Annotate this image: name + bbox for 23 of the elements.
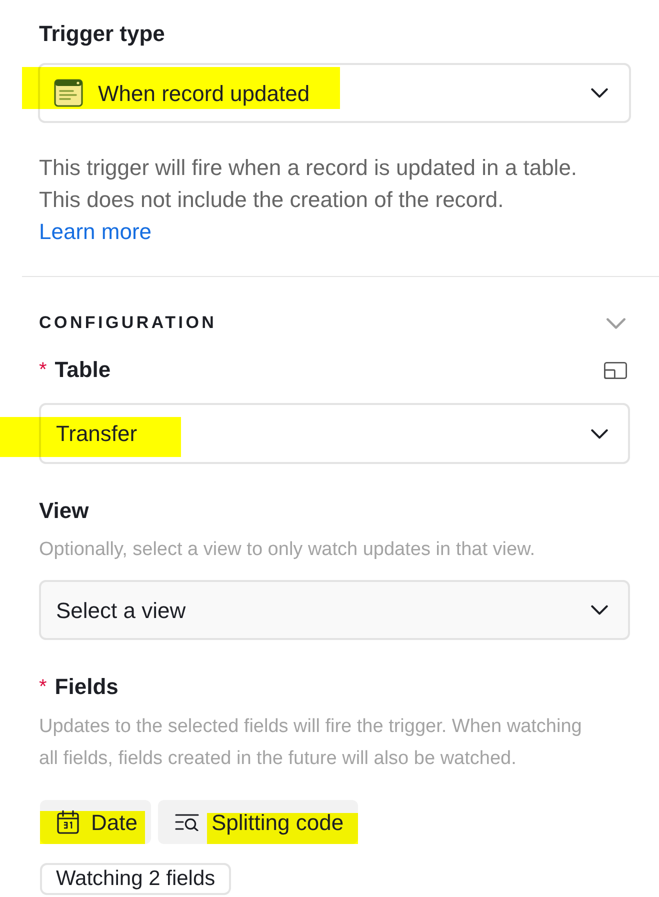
chevron-down-icon (591, 605, 608, 615)
panel-layout-icon[interactable] (604, 362, 627, 378)
field-chip[interactable]: Date (40, 800, 152, 844)
view-select[interactable]: Select a view (39, 580, 630, 640)
calendar-icon (57, 810, 79, 834)
trigger-description: This trigger will fire when a record is updated in a table. This does not include the creation of the record. Learn more (39, 154, 578, 246)
required-asterisk: * (39, 675, 47, 700)
table-label: Table (54, 356, 111, 384)
learn-more-link[interactable]: Learn more (39, 219, 152, 244)
watching-fields-button[interactable]: Watching 2 fields (40, 863, 232, 895)
fields-hint: Updates to the selected fields will fire the trigger. When watching all fields, fields created in the future will also be watched. (39, 715, 583, 771)
trigger-type-label: Trigger type (39, 20, 166, 48)
view-label: View (39, 497, 89, 525)
fields-label: Fields (54, 673, 118, 701)
view-hint: Optionally, select a view to only watch updates in that view. (39, 538, 536, 562)
list-search-icon (175, 813, 200, 831)
required-asterisk: * (39, 358, 47, 383)
chevron-down-icon (591, 428, 608, 438)
section-heading: CONFIGURATION (39, 312, 217, 334)
field-chip[interactable]: Splitting code (158, 800, 358, 844)
chevron-down-icon (591, 88, 608, 98)
chevron-down-icon (606, 318, 626, 328)
window-icon (54, 79, 83, 107)
